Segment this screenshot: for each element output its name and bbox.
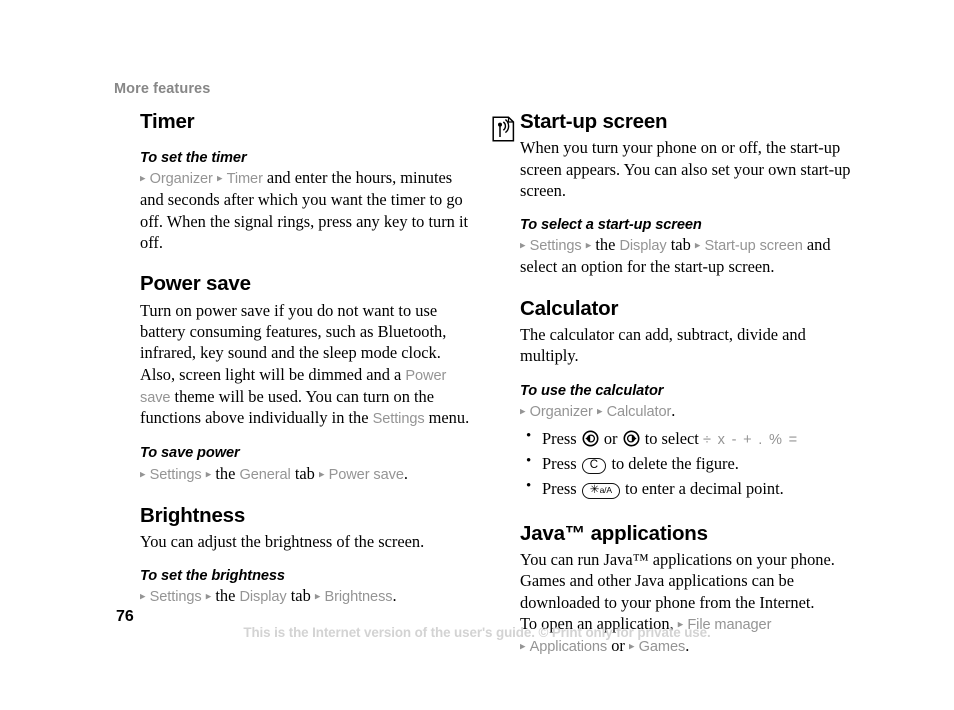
- nav-period: .: [392, 586, 397, 606]
- section-heading-timer: Timer: [140, 110, 195, 133]
- chevron-right-icon: ▸: [520, 239, 526, 252]
- delete-figure-label: to delete the figure.: [611, 454, 739, 474]
- footer-note: This is the Internet version of the user…: [243, 625, 711, 640]
- ui-ref-applications: Applications: [529, 638, 608, 655]
- asterisk-key-icon: ✳a/A: [581, 482, 620, 499]
- nav-period: .: [403, 463, 408, 483]
- section-heading-brightness: Brightness: [140, 503, 246, 527]
- left-column: Timer To set the timer ▸ Organizer ▸ Tim…: [140, 110, 476, 607]
- section-timer: Timer To set the timer ▸ Organizer ▸ Tim…: [140, 110, 476, 253]
- calculator-key-list: • Press or to select ÷ x - + . % = • Pre…: [520, 428, 860, 500]
- note-signal-icon: [492, 116, 515, 142]
- nav-path-startup-screen: ▸ Settings ▸ the Display tab ▸ Start-up …: [520, 234, 860, 277]
- list-item: • Press C to delete the figure.: [520, 453, 860, 475]
- bullet-marker: •: [526, 453, 532, 470]
- section-heading-calculator: Calculator: [520, 296, 619, 320]
- list-item: • Press ✳a/A to enter a decimal point.: [520, 478, 860, 500]
- nav-right-key-icon: [623, 430, 640, 447]
- bullet-marker: •: [526, 427, 532, 444]
- section-brightness: Brightness You can adjust the brightness…: [140, 504, 476, 608]
- ui-ref-brightness: Brightness: [324, 589, 393, 606]
- chevron-right-icon: ▸: [629, 640, 635, 653]
- ui-ref-organizer: Organizer: [149, 171, 213, 188]
- calculator-operators: ÷ x - + . % =: [702, 431, 799, 448]
- nav-path-timer: ▸ Organizer ▸ Timer and enter the hours,…: [140, 167, 476, 253]
- chevron-right-icon: ▸: [520, 405, 526, 418]
- ui-ref-organizer: Organizer: [529, 403, 593, 420]
- clear-key-icon: C: [581, 458, 607, 475]
- press-label: Press: [542, 454, 577, 474]
- ui-ref-power-save: Power save: [328, 466, 404, 483]
- chevron-right-icon: ▸: [596, 405, 603, 418]
- section-startup-screen: Start-up screen When you turn your phone…: [492, 110, 860, 278]
- decimal-point-label: to enter a decimal point.: [624, 478, 784, 498]
- power-save-body-part3: menu.: [424, 408, 470, 428]
- java-body-text: You can run Java™ applications on your p…: [520, 549, 835, 612]
- chevron-right-icon: ▸: [585, 239, 592, 252]
- between-label: or: [603, 428, 618, 448]
- power-save-body-part1: Turn on power save if you do not want to…: [140, 300, 447, 384]
- document-page: More features Timer To set the timer ▸ O…: [0, 0, 954, 710]
- nav-connector-tab: tab: [294, 463, 315, 483]
- chevron-right-icon: ▸: [205, 590, 212, 603]
- nav-connector-the: the: [595, 235, 616, 255]
- chevron-right-icon: ▸: [314, 590, 321, 603]
- right-column: Start-up screen When you turn your phone…: [492, 110, 860, 657]
- ui-ref-games: Games: [638, 638, 686, 655]
- asterisk-key-sublabel: a/A: [599, 484, 612, 495]
- chevron-right-icon: ▸: [216, 172, 223, 185]
- press-label: Press: [542, 478, 577, 498]
- ui-ref-calculator: Calculator: [606, 403, 672, 420]
- nav-connector-tab: tab: [290, 586, 311, 606]
- brightness-body: You can adjust the brightness of the scr…: [140, 531, 425, 551]
- task-heading-save-power: To save power: [140, 445, 240, 462]
- nav-path-brightness: ▸ Settings ▸ the Display tab ▸ Brightnes…: [140, 585, 476, 607]
- ui-ref-general: General: [239, 466, 291, 483]
- clear-key-label: C: [589, 459, 599, 472]
- ui-ref-settings: Settings: [149, 589, 202, 606]
- calculator-body: The calculator can add, subtract, divide…: [520, 324, 806, 366]
- ui-ref-settings: Settings: [149, 466, 202, 483]
- list-item: • Press or to select ÷ x - + . % =: [520, 428, 860, 450]
- chevron-right-icon: ▸: [140, 172, 146, 185]
- section-heading-startup-screen: Start-up screen: [520, 110, 668, 133]
- section-heading-java-applications: Java™ applications: [520, 521, 708, 545]
- ui-ref-display: Display: [239, 589, 287, 606]
- power-save-body: Turn on power save if you do not want to…: [140, 300, 476, 430]
- java-body: You can run Java™ applications on your p…: [520, 549, 860, 613]
- page-number: 76: [116, 608, 134, 625]
- nav-connector-the: the: [215, 586, 236, 606]
- nav-path-save-power: ▸ Settings ▸ the General tab ▸ Power sav…: [140, 463, 476, 485]
- running-header: More features: [114, 81, 211, 97]
- chevron-right-icon: ▸: [205, 468, 212, 481]
- section-heading-power-save: Power save: [140, 272, 251, 296]
- task-heading-set-brightness: To set the brightness: [140, 568, 285, 585]
- bullet-marker: •: [526, 477, 532, 494]
- chevron-right-icon: ▸: [318, 468, 325, 481]
- press-label: Press: [542, 428, 577, 448]
- chevron-right-icon: ▸: [520, 640, 526, 653]
- asterisk-glyph: ✳: [589, 483, 600, 496]
- ui-ref-timer: Timer: [226, 171, 263, 188]
- ui-ref-startup-screen: Start-up screen: [704, 238, 803, 255]
- nav-path-calculator: ▸ Organizer ▸ Calculator.: [520, 400, 860, 422]
- select-label: to select: [644, 428, 699, 448]
- startup-screen-body: When you turn your phone on or off, the …: [520, 138, 851, 200]
- section-power-save: Power save Turn on power save if you do …: [140, 272, 476, 484]
- task-heading-set-timer: To set the timer: [140, 150, 247, 167]
- nav-connector-tab: tab: [670, 235, 691, 255]
- chevron-right-icon: ▸: [694, 239, 701, 252]
- task-heading-use-calculator: To use the calculator: [520, 382, 664, 399]
- nav-left-key-icon: [582, 430, 599, 447]
- ui-ref-display: Display: [619, 238, 667, 255]
- nav-connector-the: the: [215, 463, 236, 483]
- section-calculator: Calculator The calculator can add, subtr…: [520, 297, 860, 500]
- chevron-right-icon: ▸: [140, 468, 146, 481]
- ui-ref-settings: Settings: [529, 238, 582, 255]
- nav-period: .: [671, 400, 676, 420]
- ui-ref-settings: Settings: [372, 411, 425, 428]
- task-heading-select-startup-screen: To select a start-up screen: [520, 217, 702, 234]
- chevron-right-icon: ▸: [140, 590, 146, 603]
